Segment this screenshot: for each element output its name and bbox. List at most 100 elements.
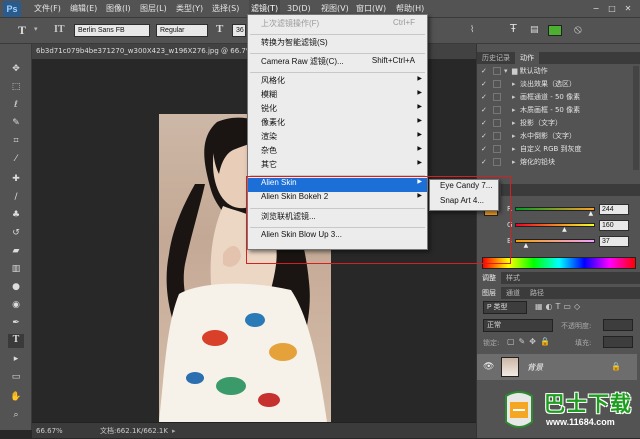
font-family-select[interactable]: Berlin Sans FB — [74, 24, 150, 37]
filter-menu-item[interactable]: 上次滤镜操作(F) Ctrl+F — [248, 18, 427, 32]
filter-menu-item[interactable]: 锐化 ▶ — [248, 103, 427, 117]
character-panel-icon[interactable]: ▤ — [530, 25, 539, 35]
shape-tool-icon[interactable]: ▭ — [8, 370, 24, 384]
chevron-right-icon[interactable]: ▸ — [512, 143, 520, 156]
layer-filter-select[interactable]: P 类型 — [483, 301, 527, 314]
chevron-right-icon[interactable]: ▸ — [512, 130, 520, 143]
action-row[interactable]: ✓ ▸ 熔化的铅块 — [481, 156, 555, 169]
actions-scrollbar[interactable] — [633, 66, 639, 170]
chevron-down-icon[interactable]: ▾ — [34, 25, 38, 33]
menu-edit[interactable]: 编辑(E) — [70, 0, 97, 18]
commit-icon[interactable]: ⦸ — [574, 22, 582, 37]
filter-menu-item[interactable]: 像素化 ▶ — [248, 117, 427, 131]
blur-tool-icon[interactable]: ● — [8, 280, 24, 294]
action-row[interactable]: ✓ ▸ 画框通道 - 50 像素 — [481, 91, 580, 104]
font-style-select[interactable]: Regular — [156, 24, 208, 37]
healing-brush-tool-icon[interactable]: ✚ — [8, 172, 24, 186]
chevron-right-icon[interactable]: ▸ — [512, 91, 520, 104]
brush-tool-icon[interactable]: / — [8, 190, 24, 204]
close-icon[interactable]: ✕ — [622, 3, 634, 14]
minimize-icon[interactable]: − — [590, 3, 602, 14]
zoom-tool-icon[interactable]: ⌕ — [8, 408, 24, 422]
lasso-tool-icon[interactable]: ℓ — [8, 98, 24, 112]
dialog-toggle-icon[interactable] — [493, 132, 501, 140]
check-icon[interactable]: ✓ — [481, 78, 490, 91]
filter-menu-item[interactable]: 风格化 ▶ — [248, 75, 427, 89]
tab-history[interactable]: 历史记录 — [477, 52, 515, 64]
check-icon[interactable]: ✓ — [481, 130, 490, 143]
action-row[interactable]: ✓ ▸ 自定义 RGB 到灰度 — [481, 143, 582, 156]
filter-menu-item[interactable]: 渲染 ▶ — [248, 131, 427, 145]
quick-select-tool-icon[interactable]: ✎ — [8, 116, 24, 130]
tab-channels[interactable]: 通道 — [501, 287, 525, 299]
chevron-down-icon[interactable]: ▾ — [504, 65, 512, 78]
menu-layer[interactable]: 图层(L) — [140, 0, 167, 18]
slider-thumb[interactable]: ▲ — [589, 210, 594, 217]
action-row[interactable]: ✓ ▸ 水中倒影（文字） — [481, 130, 576, 143]
eye-icon[interactable]: 👁 — [483, 362, 494, 372]
tab-layers[interactable]: 图层 — [477, 287, 501, 299]
menu-file[interactable]: 文件(F) — [34, 0, 61, 18]
font-size-input[interactable]: 36 — [232, 24, 246, 37]
menu-image[interactable]: 图像(I) — [106, 0, 131, 18]
pen-tool-icon[interactable]: ✒ — [8, 316, 24, 330]
channel-value[interactable]: 37 — [599, 236, 629, 247]
opacity-input[interactable] — [603, 319, 633, 331]
tab-paths[interactable]: 路径 — [525, 287, 549, 299]
blend-mode-select[interactable]: 正常 — [483, 319, 553, 332]
filter-menu-item[interactable]: 其它 ▶ — [248, 159, 427, 173]
fill-input[interactable] — [603, 336, 633, 348]
slider-thumb[interactable]: ▲ — [524, 242, 529, 249]
action-row[interactable]: ✓ ▸ 木质画框 - 50 像素 — [481, 104, 580, 117]
text-color-swatch[interactable] — [548, 25, 562, 36]
hand-tool-icon[interactable]: ✋ — [8, 390, 24, 404]
warp-text-icon[interactable]: ⌇ — [470, 25, 474, 35]
chevron-right-icon[interactable]: ▸ — [512, 104, 520, 117]
channel-value[interactable]: 160 — [599, 220, 629, 231]
dialog-toggle-icon[interactable] — [493, 158, 501, 166]
filter-menu-item[interactable]: 杂色 ▶ — [248, 145, 427, 159]
slider-thumb[interactable]: ▲ — [562, 226, 567, 233]
chevron-right-icon[interactable]: ▸ — [172, 423, 176, 439]
check-icon[interactable]: ✓ — [481, 156, 490, 169]
history-brush-tool-icon[interactable]: ↺ — [8, 226, 24, 240]
chevron-right-icon[interactable]: ▸ — [512, 78, 520, 91]
eraser-tool-icon[interactable]: ▰ — [8, 244, 24, 258]
type-tool-icon[interactable]: T — [18, 23, 26, 38]
dialog-toggle-icon[interactable] — [493, 145, 501, 153]
dialog-toggle-icon[interactable] — [493, 119, 501, 127]
zoom-level[interactable]: 66.67% — [36, 423, 63, 439]
menu-type[interactable]: 类型(Y) — [176, 0, 203, 18]
check-icon[interactable]: ✓ — [481, 104, 490, 117]
slider-g[interactable] — [515, 223, 595, 227]
filter-menu-item[interactable]: Camera Raw 滤镜(C)... Shift+Ctrl+A — [248, 56, 427, 70]
clone-stamp-tool-icon[interactable]: ♣ — [8, 208, 24, 222]
action-set-row[interactable]: ✓ ▾ ▆ 默认动作 — [481, 65, 548, 78]
action-row[interactable]: ✓ ▸ 投影（文字） — [481, 117, 562, 130]
orientation-toggle-icon[interactable]: IT — [54, 24, 65, 35]
layer-name[interactable]: 背景 — [527, 362, 543, 373]
check-icon[interactable]: ✓ — [481, 65, 490, 78]
layer-filter-icons[interactable]: ▦◐T▭◇ — [535, 302, 583, 311]
chevron-right-icon[interactable]: ▸ — [512, 156, 520, 169]
action-row[interactable]: ✓ ▸ 淡出效果（选区） — [481, 78, 576, 91]
dodge-tool-icon[interactable]: ◉ — [8, 298, 24, 312]
path-select-tool-icon[interactable]: ▸ — [8, 352, 24, 366]
filter-menu-item[interactable]: 转换为智能滤镜(S) — [248, 37, 427, 51]
tab-actions[interactable]: 动作 — [515, 52, 539, 64]
marquee-tool-icon[interactable]: ⬚ — [8, 80, 24, 94]
dialog-toggle-icon[interactable] — [493, 67, 501, 75]
crop-tool-icon[interactable]: ⌗ — [8, 134, 24, 148]
move-tool-icon[interactable]: ✥ — [8, 62, 24, 76]
check-icon[interactable]: ✓ — [481, 143, 490, 156]
dialog-toggle-icon[interactable] — [493, 93, 501, 101]
tab-styles[interactable]: 样式 — [501, 272, 525, 284]
check-icon[interactable]: ✓ — [481, 91, 490, 104]
type-tool-icon[interactable]: T — [8, 334, 24, 348]
eyedropper-tool-icon[interactable]: ⁄ — [8, 152, 24, 166]
menu-select[interactable]: 选择(S) — [212, 0, 239, 18]
slider-r[interactable] — [515, 207, 595, 211]
dialog-toggle-icon[interactable] — [493, 80, 501, 88]
lock-options-icons[interactable]: ▢✎✥🔒 — [507, 337, 554, 346]
maximize-icon[interactable]: □ — [606, 3, 618, 14]
